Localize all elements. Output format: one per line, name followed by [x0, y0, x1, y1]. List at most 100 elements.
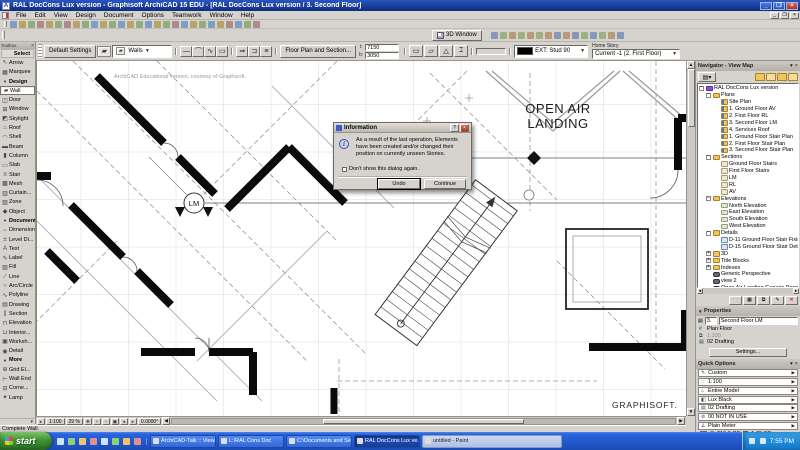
browser-icon[interactable]: [68, 437, 75, 445]
zoom-in-icon[interactable]: [535, 31, 543, 39]
scroll-up-icon[interactable]: ▲: [687, 61, 695, 69]
checkbox[interactable]: [342, 166, 347, 172]
cut-icon[interactable]: [46, 20, 53, 28]
measure-icon[interactable]: [235, 20, 242, 28]
arrow-icon[interactable]: [118, 20, 125, 28]
tree-item[interactable]: Plans: [698, 92, 798, 99]
toolbox-item[interactable]: ▧ Fill: [0, 263, 35, 272]
box3d-icon[interactable]: [199, 20, 206, 28]
menu-item[interactable]: Design: [72, 12, 100, 19]
walk-icon[interactable]: [517, 31, 525, 39]
wall-shape-button[interactable]: △: [439, 45, 454, 57]
mdi-minimize-button[interactable]: _: [770, 11, 779, 19]
tree-expander[interactable]: [706, 92, 711, 98]
floor-plan-section-button[interactable]: Floor Plan and Section...: [280, 44, 357, 58]
media-player-icon[interactable]: [90, 437, 97, 445]
home-story-dropdown[interactable]: Current -1 (2. First Floor) ▼: [592, 49, 681, 59]
toolbox-item[interactable]: ∿ Polyline: [0, 291, 35, 300]
toolbox-item[interactable]: ↖ Arrow: [0, 58, 35, 67]
project-map-icon[interactable]: [755, 73, 765, 81]
ball-icon[interactable]: [490, 31, 498, 39]
scroll-right-icon[interactable]: ▸: [793, 288, 799, 294]
view-id-field[interactable]: 3.: [704, 317, 717, 325]
fit-in-window-icon[interactable]: ▣: [110, 417, 119, 425]
toolbox-item[interactable]: ◫ Door: [0, 95, 35, 104]
mdi-restore-button[interactable]: ❐: [780, 11, 789, 19]
fit-icon[interactable]: [553, 31, 561, 39]
tree-expander[interactable]: [706, 272, 711, 277]
scroll-right-icon[interactable]: ▶: [677, 417, 685, 425]
tree-expander[interactable]: [714, 189, 719, 194]
tree-expander[interactable]: [714, 148, 719, 153]
paint-icon[interactable]: [226, 20, 233, 28]
tree-item[interactable]: Elevations: [698, 195, 798, 202]
fly-icon[interactable]: [508, 31, 516, 39]
toolbox-item[interactable]: ▥ Curtain...: [0, 188, 35, 197]
toolbox-item[interactable]: ⊞ Window: [0, 105, 35, 114]
toolbox-item[interactable]: ▼ Design: [0, 77, 35, 86]
next-view-icon[interactable]: ▸: [128, 417, 137, 425]
layout-icon[interactable]: [589, 31, 597, 39]
top-elevation-input[interactable]: 7150: [365, 43, 400, 51]
3d-window-button[interactable]: 3D Window: [432, 29, 482, 41]
menu-item[interactable]: Edit: [30, 12, 49, 19]
continue-button[interactable]: Continue: [424, 179, 466, 189]
tree-item[interactable]: RAL DocCons Lux version: [698, 85, 798, 92]
toolbox-item[interactable]: ▭ Slab: [0, 161, 35, 170]
tree-item[interactable]: 1. Ground Floor Stair Plan: [698, 133, 798, 140]
forward-icon[interactable]: [217, 20, 224, 28]
link-icon[interactable]: [607, 31, 615, 39]
geometry-method-button[interactable]: ∿: [204, 45, 217, 57]
mdi-close-button[interactable]: ×: [790, 11, 799, 19]
zoom-out-icon[interactable]: [544, 31, 552, 39]
paste-icon[interactable]: [64, 20, 71, 28]
toolbox-scroll[interactable]: ▾: [0, 418, 35, 425]
tree-expander[interactable]: [706, 230, 711, 236]
toolbox-item[interactable]: ▼ Document: [0, 216, 35, 225]
taskbar-task-button[interactable]: L:\RAL Cons Doc: [218, 434, 284, 448]
tree-expander[interactable]: [714, 176, 719, 181]
help-button[interactable]: ?: [450, 123, 459, 132]
quick-option-row[interactable]: ▤ 02 Drafting ▶: [698, 404, 798, 413]
construction-method-button[interactable]: ≡: [260, 45, 273, 57]
tree-item[interactable]: AV: [698, 188, 798, 195]
tree-expander[interactable]: [714, 107, 719, 112]
toolbox-item[interactable]: ◉ Detail: [0, 347, 35, 356]
tree-expander[interactable]: [706, 258, 711, 264]
slant-angle-input[interactable]: [476, 47, 507, 55]
toolbox-item[interactable]: ◆ Object: [0, 207, 35, 216]
tree-item[interactable]: D-15 Ground Floor Stair Detail: [698, 243, 798, 250]
wall-tool-icon[interactable]: ▰: [97, 45, 112, 57]
tree-item[interactable]: Sections: [698, 154, 798, 161]
settings-view-button[interactable]: ✎: [771, 295, 784, 305]
geometry-method-button[interactable]: ▭: [216, 45, 229, 57]
quick-option-row[interactable]: ⊘ 00 NOT IN USE ▶: [698, 413, 798, 422]
toolbox-item[interactable]: ▼ More: [0, 356, 35, 365]
tree-item[interactable]: Title Blocks: [698, 257, 798, 264]
tree-expander[interactable]: [706, 279, 711, 284]
save-icon[interactable]: [28, 20, 35, 28]
menu-item[interactable]: View: [50, 12, 72, 19]
close-icon[interactable]: ×: [795, 63, 798, 69]
tree-expander[interactable]: [714, 127, 719, 132]
toolbox-item[interactable]: ⌂ Roof: [0, 123, 35, 132]
tree-expander[interactable]: [714, 162, 719, 167]
find-icon[interactable]: [91, 20, 98, 28]
tree-expander[interactable]: [706, 286, 711, 287]
toolbox-item[interactable]: ▦ Marquee: [0, 68, 35, 77]
delete-button[interactable]: ✕: [785, 295, 798, 305]
horizontal-scrollbar[interactable]: [171, 417, 676, 425]
close-button[interactable]: ×: [786, 1, 798, 10]
network-icon[interactable]: [759, 438, 766, 444]
quick-option-row[interactable]: ◧ Lux Black ▶: [698, 395, 798, 404]
sun-icon[interactable]: [571, 31, 579, 39]
toolbox-item[interactable]: ⊢ Wall End: [0, 374, 35, 383]
vertical-scrollbar[interactable]: ▲ ▼: [686, 61, 695, 416]
tree-item[interactable]: Generic Perspective: [698, 271, 798, 278]
back-icon[interactable]: [208, 20, 215, 28]
split-icon[interactable]: [136, 20, 143, 28]
quick-option-row[interactable]: ∠ Plain Meter ▶: [698, 422, 798, 431]
toolbox-item[interactable]: ✦ Lamp: [0, 393, 35, 402]
infobox-handle[interactable]: [38, 44, 42, 58]
settings-button[interactable]: Settings...: [709, 347, 787, 357]
